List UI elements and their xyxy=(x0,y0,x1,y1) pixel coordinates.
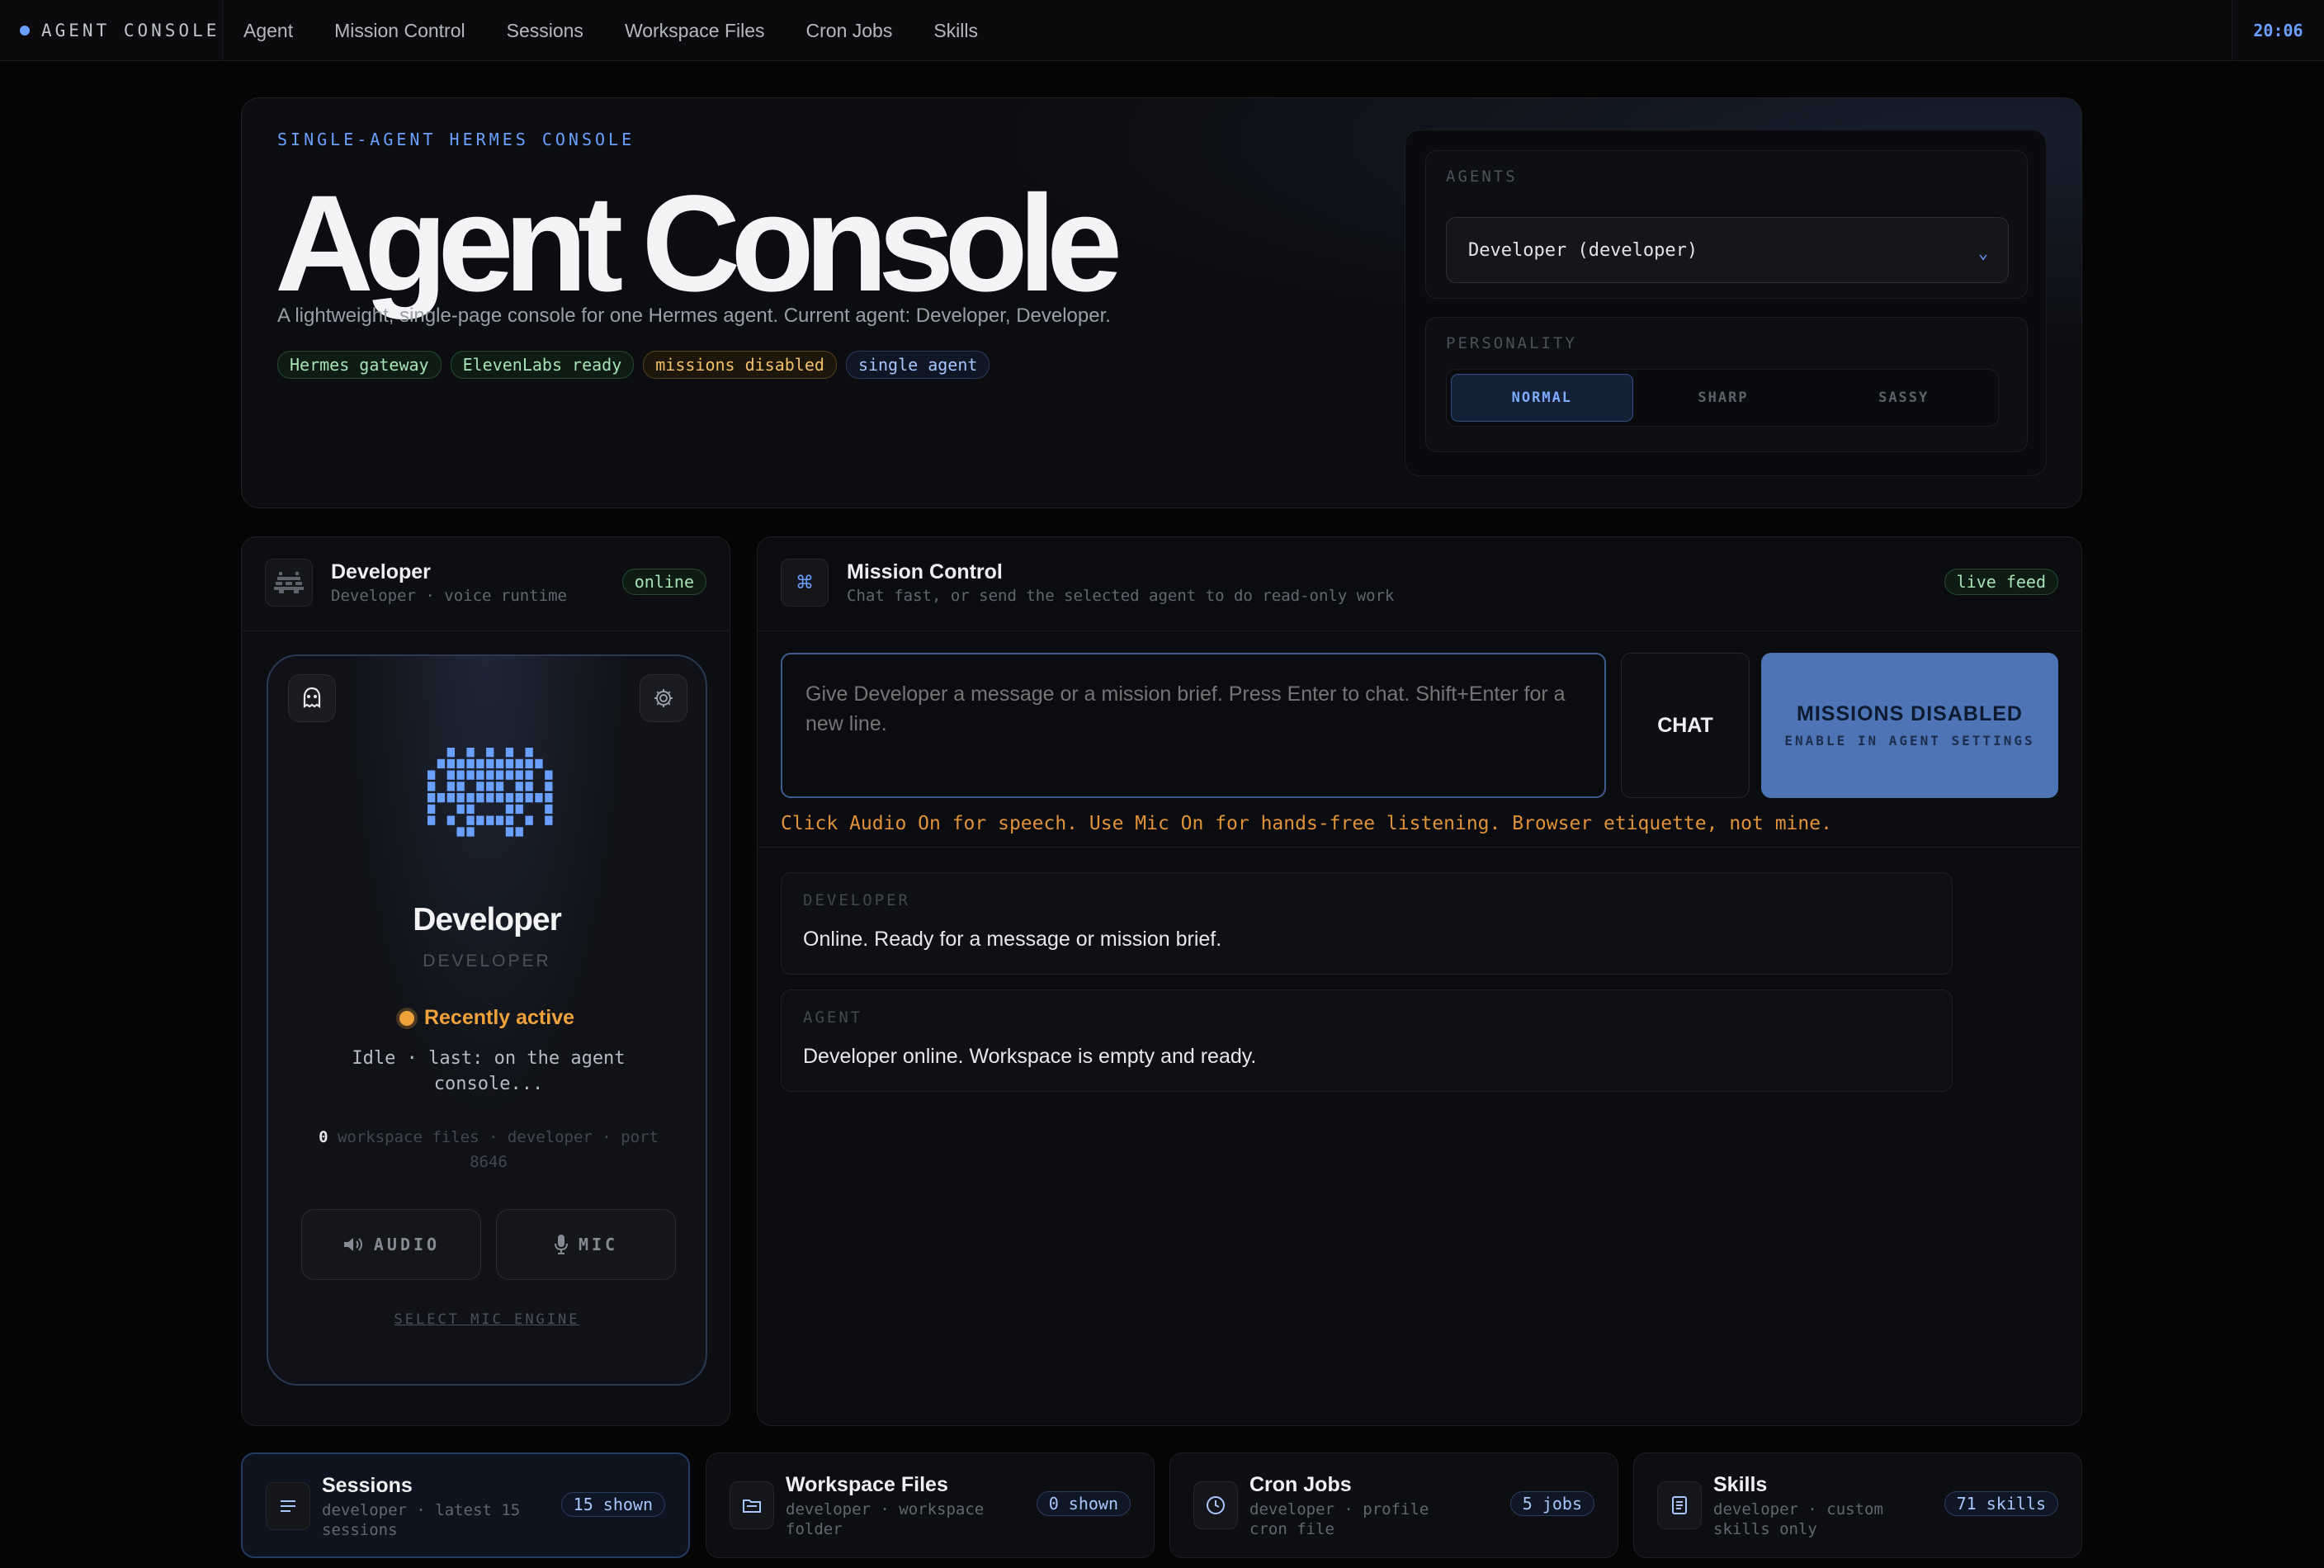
sessions-card[interactable]: Sessions developer · latest 15 sessions … xyxy=(241,1452,690,1558)
missions-disabled-button[interactable]: MISSIONS DISABLED ENABLE IN AGENT SETTIN… xyxy=(1761,653,2058,798)
agents-card: AGENTS Developer (developer) ⌄ xyxy=(1425,150,2028,299)
mission-control-panel: ⌘ Mission Control Chat fast, or send the… xyxy=(757,536,2082,1426)
ghost-icon[interactable] xyxy=(288,674,336,722)
message-card: DEVELOPER Online. Ready for a message or… xyxy=(781,872,1953,975)
agent-panel-subtitle: Developer · voice runtime xyxy=(331,587,567,605)
agent-select-value: Developer (developer) xyxy=(1468,239,1698,261)
agent-panel: Developer Developer · voice runtime onli… xyxy=(241,536,730,1426)
mic-button[interactable]: MIC xyxy=(496,1209,676,1280)
mission-control-header: ⌘ Mission Control Chat fast, or send the… xyxy=(758,537,2081,631)
document-icon xyxy=(1657,1481,1702,1529)
activity-status: Recently active xyxy=(268,1006,706,1030)
personality-label: PERSONALITY xyxy=(1446,334,1577,352)
tag-single-agent: single agent xyxy=(845,351,990,379)
live-feed-badge: live feed xyxy=(1944,569,2058,595)
agent-select[interactable]: Developer (developer) ⌄ xyxy=(1446,217,2009,283)
personality-sharp-button[interactable]: SHARP xyxy=(1633,374,1814,422)
hero-section: SINGLE-AGENT HERMES CONSOLE Agent Consol… xyxy=(241,97,2082,508)
robot-icon xyxy=(265,559,313,607)
message-sender: DEVELOPER xyxy=(803,891,910,909)
mission-control-subtitle: Chat fast, or send the selected agent to… xyxy=(847,587,1395,605)
hero-eyebrow: SINGLE-AGENT HERMES CONSOLE xyxy=(277,130,635,149)
microphone-icon xyxy=(554,1235,568,1254)
brand-label: AGENT CONSOLE xyxy=(41,21,220,40)
missions-button-label: MISSIONS DISABLED xyxy=(1797,702,2023,725)
agent-card: Developer DEVELOPER Recently active Idle… xyxy=(267,654,707,1386)
sessions-subtitle: developer · latest 15 sessions xyxy=(322,1501,521,1539)
agent-name: Developer xyxy=(413,902,562,937)
nav-item-mission-control[interactable]: Mission Control xyxy=(314,20,486,42)
chevron-down-icon: ⌄ xyxy=(1977,243,1988,262)
nav-item-cron-jobs[interactable]: Cron Jobs xyxy=(786,20,914,42)
agent-avatar-icon xyxy=(427,748,553,837)
chat-button[interactable]: CHAT xyxy=(1621,653,1750,798)
agent-panel-header: Developer Developer · voice runtime onli… xyxy=(242,537,730,631)
missions-button-sublabel: ENABLE IN AGENT SETTINGS xyxy=(1784,733,2035,749)
sessions-badge: 15 shown xyxy=(560,1492,665,1517)
top-nav-bar: AGENT CONSOLE Agent Mission Control Sess… xyxy=(0,0,2324,61)
workspace-files-subtitle: developer · workspace folder xyxy=(786,1500,985,1538)
skills-subtitle: developer · custom skills only xyxy=(1713,1500,1883,1538)
personality-selector: NORMAL SHARP SASSY xyxy=(1446,369,1999,427)
speaker-icon xyxy=(343,1238,362,1251)
gear-icon[interactable] xyxy=(640,674,687,722)
agent-stats-text: workspace files · developer · port 8646 xyxy=(328,1128,659,1171)
clock-icon xyxy=(1193,1481,1238,1529)
skills-badge: 71 skills xyxy=(1944,1491,2058,1516)
brand[interactable]: AGENT CONSOLE xyxy=(0,0,223,61)
idle-status: Idle · last: on the agent console... xyxy=(352,1048,626,1094)
divider xyxy=(758,847,2081,848)
message-sender: AGENT xyxy=(803,1008,863,1027)
nav-item-agent[interactable]: Agent xyxy=(223,20,314,42)
agent-stats: 0 workspace files · developer · port 864… xyxy=(301,1125,676,1174)
message-text: Developer online. Workspace is empty and… xyxy=(803,1045,1257,1068)
audio-button[interactable]: AUDIO xyxy=(301,1209,481,1280)
cron-jobs-subtitle: developer · profile cron file xyxy=(1249,1500,1429,1538)
nav-item-workspace-files[interactable]: Workspace Files xyxy=(604,20,786,42)
agent-config-panel: AGENTS Developer (developer) ⌄ PERSONALI… xyxy=(1405,130,2047,476)
mic-label: MIC xyxy=(578,1235,619,1254)
message-input[interactable] xyxy=(781,653,1606,798)
audio-label: AUDIO xyxy=(373,1235,441,1254)
tag-elevenlabs: ElevenLabs ready xyxy=(450,351,635,379)
agent-panel-title: Developer xyxy=(331,560,431,583)
workspace-files-card[interactable]: Workspace Files developer · workspace fo… xyxy=(706,1452,1155,1558)
agents-label: AGENTS xyxy=(1446,168,1518,186)
nav-item-skills[interactable]: Skills xyxy=(913,20,999,42)
command-icon: ⌘ xyxy=(781,559,829,607)
mission-control-title: Mission Control xyxy=(847,560,1003,583)
cron-jobs-badge: 5 jobs xyxy=(1509,1491,1594,1516)
workspace-files-badge: 0 shown xyxy=(1036,1491,1131,1516)
tag-missions: missions disabled xyxy=(643,351,837,379)
personality-card: PERSONALITY NORMAL SHARP SASSY xyxy=(1425,317,2028,452)
select-mic-engine-link[interactable]: SELECT MIC ENGINE xyxy=(268,1311,706,1328)
message-card: AGENT Developer online. Workspace is emp… xyxy=(781,989,1953,1092)
personality-sassy-button[interactable]: SASSY xyxy=(1813,374,1994,422)
nav-item-sessions[interactable]: Sessions xyxy=(486,20,604,42)
files-count: 0 xyxy=(319,1128,328,1146)
list-icon xyxy=(266,1482,310,1530)
cron-jobs-card[interactable]: Cron Jobs developer · profile cron file … xyxy=(1169,1452,1618,1558)
folder-icon xyxy=(730,1481,774,1529)
hero-subtitle: A lightweight, single-page console for o… xyxy=(277,305,1111,327)
sessions-title: Sessions xyxy=(322,1474,413,1497)
personality-normal-button[interactable]: NORMAL xyxy=(1451,374,1633,422)
brand-dot-icon xyxy=(20,26,30,35)
activity-dot-icon xyxy=(399,1010,414,1026)
agent-role: DEVELOPER xyxy=(423,952,551,971)
workspace-files-title: Workspace Files xyxy=(786,1473,948,1496)
skills-title: Skills xyxy=(1713,1473,1768,1496)
activity-label: Recently active xyxy=(423,1006,575,1029)
audio-hint: Click Audio On for speech. Use Mic On fo… xyxy=(781,813,1832,834)
skills-card[interactable]: Skills developer · custom skills only 71… xyxy=(1633,1452,2082,1558)
status-tags: Hermes gateway ElevenLabs ready missions… xyxy=(277,351,990,379)
agent-status-badge: online xyxy=(621,569,706,595)
tag-hermes-gateway: Hermes gateway xyxy=(277,351,442,379)
message-text: Online. Ready for a message or mission b… xyxy=(803,928,1222,951)
cron-jobs-title: Cron Jobs xyxy=(1249,1473,1352,1496)
main-nav: Agent Mission Control Sessions Workspace… xyxy=(223,0,999,61)
clock: 20:06 xyxy=(2232,0,2324,61)
